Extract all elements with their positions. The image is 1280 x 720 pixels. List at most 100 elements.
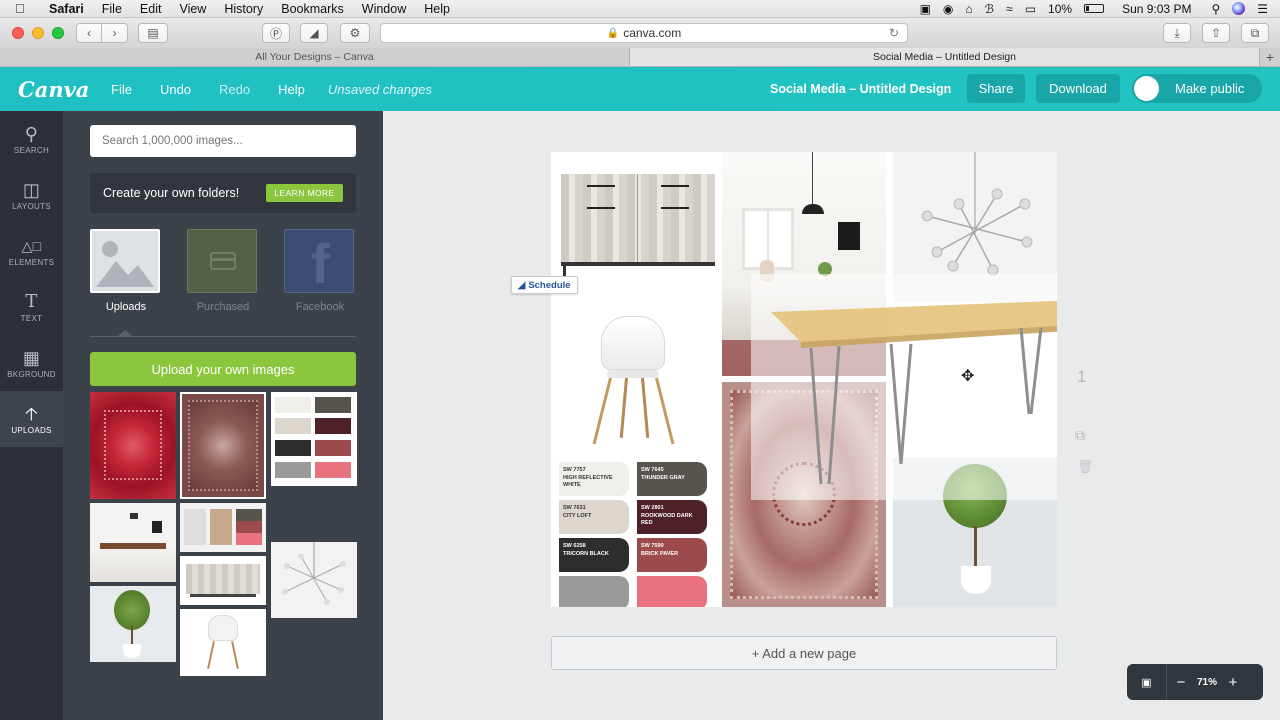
thumbnail-red-rug[interactable] [90, 392, 176, 499]
rail-item-layouts[interactable]: ◫ LAYOUTS [0, 167, 63, 223]
thumbnail-dining-room[interactable] [90, 503, 176, 582]
uploads-image-icon [90, 229, 160, 293]
swatch-name: ROOKWOOD DARK RED [641, 513, 693, 526]
image-paint-palette[interactable]: SW 7757 HIGH REFLECTIVE WHITE SW 7645 THUND… [551, 454, 715, 607]
undo-button[interactable]: Undo [151, 82, 200, 97]
thumbnail-fig-tree[interactable] [90, 586, 176, 662]
menu-help[interactable]: Help [415, 2, 459, 16]
downloads-button[interactable]: ⤓ [1163, 23, 1191, 43]
close-window-button[interactable] [12, 27, 24, 39]
swatch-code: SW 7757 [563, 467, 586, 473]
upload-images-button[interactable]: Upload your own images [90, 352, 356, 386]
menu-view[interactable]: View [170, 2, 215, 16]
rail-item-elements[interactable]: △□ ELEMENTS [0, 223, 63, 279]
source-label: Uploads [105, 301, 147, 313]
pinterest-extension-button[interactable]: Ⓟ [262, 23, 290, 43]
menu-history[interactable]: History [215, 2, 272, 16]
back-button[interactable]: ‹ [76, 23, 102, 43]
airplay-icon[interactable]: ▭ [1025, 2, 1036, 16]
present-icon[interactable]: ▣ [1127, 664, 1167, 700]
schedule-button[interactable]: ◢ Schedule [511, 276, 578, 294]
address-url: canva.com [623, 26, 682, 40]
rail-item-search[interactable]: ⚲ SEARCH [0, 111, 63, 167]
share-page-button[interactable]: ⇧ [1202, 23, 1230, 43]
buffer-extension-button[interactable]: ◢ [300, 23, 328, 43]
forward-button[interactable]: › [102, 23, 128, 43]
zoom-in-button[interactable]: + [1219, 674, 1247, 691]
toggle-knob [1134, 76, 1159, 101]
spotlight-search-icon[interactable]: ⚲ [1211, 2, 1220, 16]
rail-item-uploads[interactable]: 🡡 UPLOADS [0, 391, 63, 447]
thumbnail-paint-palette[interactable] [271, 392, 357, 486]
add-page-button[interactable]: + Add a new page [551, 636, 1057, 670]
tab-all-designs[interactable]: All Your Designs – Canva [0, 48, 630, 66]
swatch-name: HIGH REFLECTIVE WHITE [563, 475, 613, 488]
source-uploads[interactable]: Uploads [90, 229, 162, 313]
redo-button[interactable]: Redo [210, 82, 259, 97]
share-button[interactable]: Share [967, 74, 1025, 103]
settings-extension-button[interactable]: ⚙ [340, 23, 370, 43]
rail-item-text[interactable]: T TEXT [0, 279, 63, 335]
notification-list-icon[interactable]: ☰ [1257, 2, 1268, 16]
canva-logo[interactable]: Canva [0, 77, 92, 102]
apple-icon[interactable]:  [0, 1, 40, 16]
home-icon[interactable]: ⌂ [965, 2, 972, 16]
image-chair[interactable] [551, 302, 715, 452]
tab-overview-button[interactable]: ⧉ [1241, 23, 1269, 43]
file-menu[interactable]: File [102, 82, 141, 97]
buffer-icon: ◢ [518, 279, 526, 291]
fullscreen-window-button[interactable] [52, 27, 64, 39]
new-tab-button[interactable]: + [1260, 48, 1280, 66]
battery-icon[interactable] [1084, 4, 1105, 13]
folders-promo: Create your own folders! LEARN MORE [90, 173, 356, 213]
paint-swatch: SW 7631 CITY LOFT [559, 500, 629, 534]
upload-arrow-icon: 🡡 [24, 403, 39, 424]
creative-cloud-icon[interactable]: ◉ [943, 2, 953, 16]
address-bar[interactable]: 🔒 canva.com ↻ [380, 23, 908, 43]
siri-icon[interactable] [1232, 2, 1246, 15]
menu-edit[interactable]: Edit [131, 2, 171, 16]
menu-file[interactable]: File [93, 2, 131, 16]
rail-item-label: TEXT [20, 313, 43, 323]
wifi-icon[interactable]: ≈ [1006, 2, 1013, 16]
help-menu[interactable]: Help [269, 82, 314, 97]
design-title[interactable]: Social Media – Untitled Design [770, 82, 951, 96]
rail-item-label: UPLOADS [11, 425, 52, 435]
reload-icon[interactable]: ↻ [889, 26, 899, 40]
tab-social-media[interactable]: Social Media – Untitled Design [630, 48, 1260, 66]
make-public-toggle[interactable]: Make public [1132, 74, 1262, 103]
menu-app-name[interactable]: Safari [40, 2, 93, 16]
thumbnail-collage[interactable] [180, 503, 266, 552]
source-facebook[interactable]: f Facebook [284, 229, 356, 313]
schedule-label: Schedule [528, 279, 571, 291]
clock[interactable]: Sun 9:03 PM [1122, 2, 1191, 16]
delete-page-icon[interactable]: 🗑 [1077, 459, 1094, 475]
image-search-input[interactable] [90, 125, 356, 157]
swatch-name: BRICK PAVER [641, 551, 679, 557]
window-controls [0, 27, 64, 39]
sidebar-toggle-button[interactable]: ▤ [138, 23, 168, 43]
thumbnail-dresser[interactable] [180, 556, 266, 605]
swatch-code: SW 7590 [641, 543, 664, 549]
image-table-selected[interactable] [751, 274, 1057, 500]
thumbnail-chair[interactable] [180, 609, 266, 676]
thumbnail-chandelier[interactable] [271, 542, 357, 618]
zoom-out-button[interactable]: − [1167, 674, 1195, 691]
bluetooth-icon[interactable]: ℬ [985, 2, 994, 16]
copy-page-icon[interactable]: ⧉ [1075, 427, 1085, 444]
swatch-code: SW 6258 [563, 543, 586, 549]
design-page[interactable]: SW 7757 HIGH REFLECTIVE WHITE SW 7645 THUND… [551, 152, 1057, 607]
thumbnail-persian-rug[interactable] [180, 392, 266, 499]
screen-record-icon[interactable]: ▣ [920, 2, 931, 16]
swatch-name: THUNDER GRAY [641, 475, 685, 481]
menu-window[interactable]: Window [353, 2, 415, 16]
source-purchased[interactable]: Purchased [187, 229, 259, 313]
side-rail: ⚲ SEARCH ◫ LAYOUTS △□ ELEMENTS T TEXT ▦ … [0, 111, 63, 720]
learn-more-button[interactable]: LEARN MORE [266, 184, 343, 202]
download-button[interactable]: Download [1036, 74, 1120, 103]
browser-tabs: All Your Designs – Canva Social Media – … [0, 48, 1280, 67]
rail-item-background[interactable]: ▦ BKGROUND [0, 335, 63, 391]
menu-bookmarks[interactable]: Bookmarks [272, 2, 353, 16]
battery-percent: 10% [1048, 1, 1073, 16]
minimize-window-button[interactable] [32, 27, 44, 39]
